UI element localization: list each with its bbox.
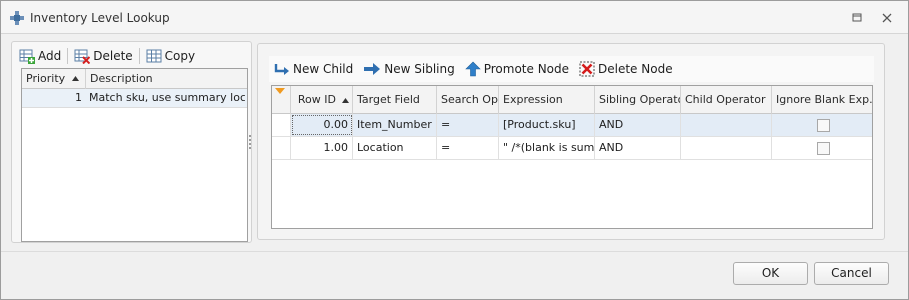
new-sibling-icon bbox=[364, 63, 381, 75]
ignore-blank-cell bbox=[772, 114, 872, 136]
new-child-label: New Child bbox=[293, 62, 354, 76]
window-title: Inventory Level Lookup bbox=[30, 11, 170, 25]
row-id-cell[interactable]: 1.00 bbox=[291, 137, 353, 159]
toolbar-separator bbox=[138, 48, 140, 64]
column-header-label: Search Op bbox=[441, 93, 498, 106]
new-child-icon bbox=[274, 64, 289, 75]
delete-node-icon bbox=[579, 61, 595, 77]
column-header-row-id[interactable]: Row ID bbox=[291, 86, 353, 114]
target-field-cell[interactable]: Item_Number bbox=[353, 114, 437, 136]
nodes-grid-header: Row ID Target Field Search Op Expression… bbox=[272, 86, 872, 114]
footer-divider bbox=[1, 251, 908, 252]
rules-grid-header: Priority Description bbox=[22, 69, 247, 89]
filter-column[interactable] bbox=[272, 86, 291, 114]
ignore-blank-cell bbox=[772, 137, 872, 159]
table-row[interactable]: 0.00 Item_Number = [Product.sku] AND bbox=[272, 114, 872, 137]
delete-node-label: Delete Node bbox=[598, 62, 673, 76]
child-operator-cell[interactable] bbox=[681, 137, 772, 159]
add-label: Add bbox=[38, 49, 62, 63]
child-operator-cell[interactable] bbox=[681, 114, 772, 136]
expression-cell[interactable]: [Product.sku] bbox=[499, 114, 595, 136]
table-row[interactable]: 1 Match sku, use summary locat... bbox=[22, 89, 247, 108]
priority-cell: 1 bbox=[75, 91, 82, 104]
filter-dropdown-icon bbox=[275, 88, 285, 94]
column-header-child-operator[interactable]: Child Operator bbox=[681, 86, 772, 114]
column-header-expression[interactable]: Expression bbox=[499, 86, 595, 114]
app-icon bbox=[10, 11, 24, 25]
ok-button[interactable]: OK bbox=[733, 262, 808, 285]
column-header-target-field[interactable]: Target Field bbox=[353, 86, 437, 114]
add-grid-icon bbox=[19, 49, 35, 64]
table-row[interactable]: 1.00 Location = " /*(blank is sum... AND bbox=[272, 137, 872, 160]
panel-splitter[interactable] bbox=[249, 135, 252, 151]
sort-ascending-icon bbox=[72, 76, 79, 81]
ignore-blank-checkbox[interactable] bbox=[817, 142, 830, 155]
column-header-label: Row ID bbox=[297, 93, 336, 106]
row-indicator bbox=[272, 114, 291, 136]
sibling-operator-cell[interactable]: AND bbox=[595, 114, 681, 136]
column-header-label: Target Field bbox=[357, 93, 420, 106]
column-header-label: Description bbox=[90, 72, 153, 85]
search-op-cell[interactable]: = bbox=[437, 137, 499, 159]
column-header-label: Priority bbox=[26, 72, 66, 85]
copy-button[interactable]: Copy bbox=[143, 45, 198, 67]
row-id-cell[interactable]: 0.00 bbox=[291, 114, 353, 136]
dialog-window: Inventory Level Lookup Add Delete Copy P… bbox=[0, 0, 909, 300]
delete-button[interactable]: Delete bbox=[71, 45, 135, 67]
rules-grid: Priority Description 1 Match sku, use su… bbox=[21, 68, 248, 242]
column-header-priority[interactable]: Priority bbox=[22, 69, 86, 89]
sort-ascending-icon bbox=[342, 98, 349, 103]
column-header-description[interactable]: Description bbox=[86, 69, 247, 89]
title-bar: Inventory Level Lookup bbox=[1, 1, 908, 34]
new-child-button[interactable]: New Child bbox=[271, 58, 356, 80]
column-header-label: Child Operator bbox=[685, 93, 766, 106]
target-field-cell[interactable]: Location bbox=[353, 137, 437, 159]
copy-grid-icon bbox=[146, 49, 162, 63]
toolbar-separator bbox=[67, 48, 69, 64]
nodes-grid: Row ID Target Field Search Op Expression… bbox=[271, 85, 873, 229]
rules-panel: Add Delete Copy Priority Description 1 M… bbox=[11, 41, 252, 243]
column-header-search-op[interactable]: Search Op bbox=[437, 86, 499, 114]
node-panel: New Child New Sibling Promote Node Delet… bbox=[257, 43, 885, 240]
restore-icon[interactable] bbox=[849, 10, 865, 26]
delete-grid-icon bbox=[74, 49, 91, 64]
promote-arrow-up-icon bbox=[464, 61, 481, 77]
rules-toolbar: Add Delete Copy bbox=[16, 44, 198, 68]
column-header-ignore-blank[interactable]: Ignore Blank Exp... bbox=[772, 86, 872, 114]
close-icon[interactable] bbox=[879, 10, 895, 26]
ignore-blank-checkbox[interactable] bbox=[817, 119, 830, 132]
copy-label: Copy bbox=[164, 49, 196, 63]
column-header-sibling-operator[interactable]: Sibling Operator bbox=[595, 86, 681, 114]
add-button[interactable]: Add bbox=[16, 45, 64, 67]
cancel-button[interactable]: Cancel bbox=[814, 262, 889, 285]
new-sibling-label: New Sibling bbox=[384, 62, 455, 76]
column-header-label: Expression bbox=[503, 93, 563, 106]
search-op-cell[interactable]: = bbox=[437, 114, 499, 136]
delete-node-button[interactable]: Delete Node bbox=[576, 58, 676, 80]
node-toolbar: New Child New Sibling Promote Node Delet… bbox=[269, 56, 874, 82]
row-indicator bbox=[272, 137, 291, 159]
expression-cell[interactable]: " /*(blank is sum... bbox=[499, 137, 595, 159]
sibling-operator-cell[interactable]: AND bbox=[595, 137, 681, 159]
column-header-label: Sibling Operator bbox=[599, 93, 681, 106]
promote-node-label: Promote Node bbox=[483, 62, 570, 76]
promote-node-button[interactable]: Promote Node bbox=[462, 58, 572, 80]
delete-label: Delete bbox=[93, 49, 133, 63]
column-header-label: Ignore Blank Exp... bbox=[776, 93, 872, 106]
new-sibling-button[interactable]: New Sibling bbox=[360, 58, 457, 80]
description-cell: Match sku, use summary locat... bbox=[89, 91, 245, 104]
